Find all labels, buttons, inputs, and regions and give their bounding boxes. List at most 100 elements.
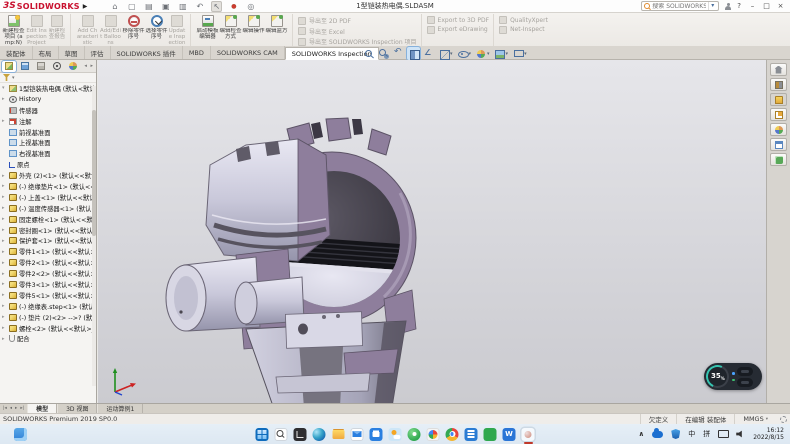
solidworks-icon[interactable] <box>522 428 535 441</box>
expand-arrow-icon[interactable]: ▸ <box>2 314 7 320</box>
tree-item[interactable]: ▸ History <box>0 94 96 105</box>
displaymanager-icon[interactable] <box>66 61 80 72</box>
dimxpertmanager-icon[interactable] <box>50 61 64 72</box>
ribbon-button[interactable]: Add/Edit Balloons <box>99 14 122 46</box>
tree-item[interactable]: ▸ 注解 <box>0 116 96 127</box>
minimize-button[interactable]: – <box>746 1 759 12</box>
snip-icon[interactable] <box>294 428 307 441</box>
ime-state-label[interactable]: 中 <box>688 429 695 439</box>
expand-arrow-icon[interactable]: ▸ <box>2 173 7 179</box>
help-search-box[interactable]: ▾ <box>641 1 719 11</box>
weather-icon[interactable] <box>389 428 402 441</box>
tree-root-item[interactable]: ▾ 1型铠装热电偶 (默认<默认_显示状态-1 <box>0 83 96 94</box>
export-button[interactable]: Export eDrawing <box>427 26 490 34</box>
document-tab[interactable]: 3D 视图 <box>57 404 97 413</box>
ribbon-button[interactable]: Add Characteristic <box>76 14 99 46</box>
gear-icon[interactable] <box>780 416 787 423</box>
save-icon[interactable]: ▣ <box>160 1 171 12</box>
document-tab[interactable]: 模型 <box>27 404 57 413</box>
login-user-icon[interactable] <box>724 2 732 10</box>
ribbon-button[interactable]: 新建检查报告 <box>48 14 71 46</box>
recorder-button-bottom[interactable] <box>737 378 753 387</box>
tree-item[interactable]: ▸ 零件1<1> (默认<<默认>_显示状态 <box>0 246 96 257</box>
ribbon-button[interactable]: 编辑操作 <box>242 14 265 46</box>
expand-arrow-icon[interactable]: ▸ <box>2 260 7 266</box>
network-monitor-icon[interactable] <box>718 430 728 438</box>
zoom-area-icon[interactable] <box>377 47 390 60</box>
ribbon-button[interactable]: 移除零件序号 <box>122 14 145 46</box>
display-style-icon[interactable] <box>437 47 454 60</box>
view-palette-icon[interactable] <box>770 108 787 121</box>
tree-item[interactable]: ▸ 零件2<1> (默认<<默认>_显示状 <box>0 257 96 268</box>
zoom-fit-icon[interactable] <box>362 47 375 60</box>
security-shield-icon[interactable] <box>671 429 680 439</box>
speaker-icon[interactable] <box>736 430 745 438</box>
ribbon-button[interactable]: 编辑监方 <box>265 14 288 46</box>
store-icon[interactable] <box>370 428 383 441</box>
export-button[interactable]: 导出至 2D PDF <box>298 16 417 25</box>
ribbon-tab[interactable]: SOLIDWORKS 插件 <box>111 46 183 59</box>
expand-arrow-icon[interactable]: ▸ <box>2 303 7 309</box>
export-button[interactable]: QualityXpert <box>499 16 548 24</box>
options-icon[interactable]: ◎ <box>245 1 256 12</box>
file-explorer-icon[interactable] <box>332 428 345 441</box>
ribbon-button[interactable]: 新建检查项目 (amp:N) <box>2 14 25 46</box>
expand-arrow-icon[interactable]: ▸ <box>2 227 7 233</box>
document-tab[interactable]: 运动算例1 <box>97 404 143 413</box>
tray-chevron-icon[interactable]: ∧ <box>639 430 645 438</box>
tree-scrollbar[interactable] <box>92 86 96 386</box>
app-blue-icon[interactable] <box>465 428 478 441</box>
tree-item[interactable]: ▸ 外壳 (2)<1> (默认<<默认>_显示状 <box>0 170 96 181</box>
configurationmanager-icon[interactable] <box>34 61 48 72</box>
export-button[interactable]: 导出至 Excel <box>298 27 417 36</box>
tree-item[interactable]: ▸ 传感器 <box>0 105 96 116</box>
expand-arrow-icon[interactable]: ▸ <box>2 216 7 222</box>
search-dropdown-icon[interactable]: ▾ <box>708 2 716 10</box>
view-orientation-icon[interactable] <box>511 47 528 60</box>
thermocouple-3d-model[interactable] <box>148 115 438 403</box>
forum-icon[interactable] <box>770 153 787 166</box>
filter-icon[interactable] <box>3 74 10 81</box>
section-view-icon[interactable] <box>407 47 420 60</box>
ribbon-tab[interactable]: 布局 <box>33 46 59 59</box>
export-button[interactable]: Net-Inspect <box>499 26 548 34</box>
tree-item[interactable]: ▸ (-) 绝缘垫片<1> (默认<<默认>_显 <box>0 181 96 192</box>
expand-arrow-icon[interactable]: ▸ <box>2 205 7 211</box>
expand-arrow-icon[interactable]: ▸ <box>2 249 7 255</box>
search-icon[interactable] <box>275 428 288 441</box>
file-explorer-icon[interactable] <box>770 93 787 106</box>
expand-arrow-icon[interactable]: ▸ <box>2 96 7 102</box>
tree-item[interactable]: ▸ 配合 <box>0 333 96 344</box>
open-document-icon[interactable]: ▤ <box>143 1 154 12</box>
ribbon-button[interactable]: 启动模板编辑器 <box>196 14 219 46</box>
tree-item[interactable]: ▸ 上视基准面 <box>0 137 96 148</box>
tree-item[interactable]: ▸ 原点 <box>0 159 96 170</box>
tree-item[interactable]: ▸ 前视基准面 <box>0 127 96 138</box>
previous-view-icon[interactable] <box>392 47 405 60</box>
tree-item[interactable]: ▸ 零件5<1> (默认<<默认>_显示状态 <box>0 290 96 301</box>
expand-arrow-icon[interactable]: ▸ <box>2 194 7 200</box>
expand-arrow-icon[interactable]: ▸ <box>2 336 7 342</box>
ribbon-button[interactable]: Edit Inspection Project <box>25 14 48 46</box>
new-document-icon[interactable]: ▢ <box>126 1 137 12</box>
filter-caret-icon[interactable]: ▾ <box>12 75 15 81</box>
scene-icon[interactable] <box>493 47 510 60</box>
help-button[interactable]: ? <box>737 2 741 10</box>
app-green-icon[interactable] <box>408 428 421 441</box>
ime-mode-label[interactable]: 拼 <box>703 429 710 439</box>
mail-icon[interactable] <box>351 428 364 441</box>
notes-icon[interactable] <box>484 428 497 441</box>
doctab-nav-arrow-icon[interactable]: ▸ <box>14 406 18 411</box>
edge-icon[interactable] <box>313 428 326 441</box>
close-button[interactable]: × <box>774 1 787 12</box>
photos-icon[interactable] <box>427 428 440 441</box>
ribbon-button[interactable]: 选择零件序号 <box>145 14 168 46</box>
expand-arrow-icon[interactable]: ▸ <box>2 292 7 298</box>
expand-arrow-icon[interactable]: ▸ <box>2 281 7 287</box>
tree-item[interactable]: ▸ (-) 温度传感器<1> (默认<<默认>_ <box>0 203 96 214</box>
ribbon-tab[interactable]: SOLIDWORKS CAM <box>211 46 285 59</box>
doctab-nav-arrow-icon[interactable]: |◂ <box>2 406 8 411</box>
graphics-viewport[interactable]: 35% <box>98 60 766 403</box>
tree-item[interactable]: ▸ 右视基准面 <box>0 148 96 159</box>
measure-icon[interactable] <box>422 47 435 60</box>
